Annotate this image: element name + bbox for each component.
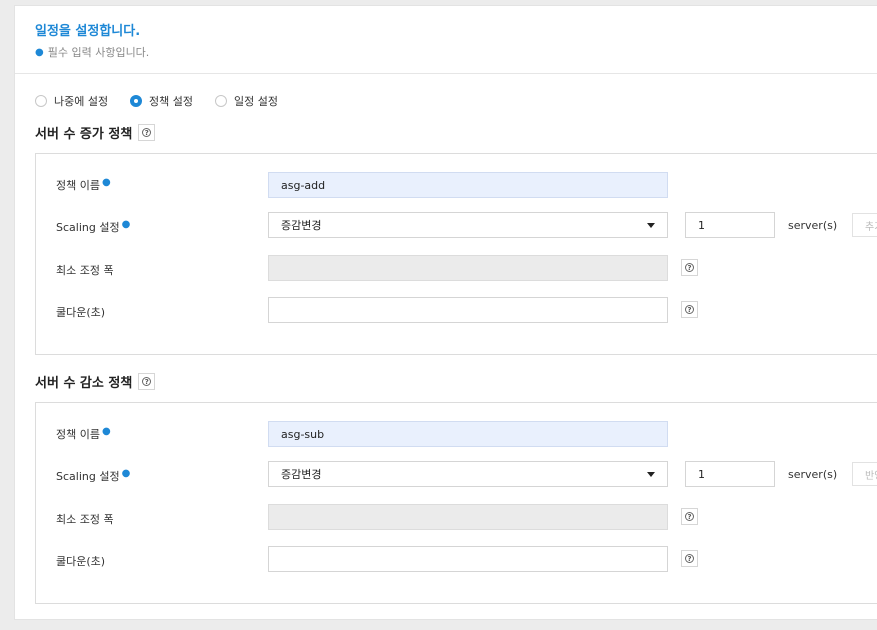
scale-out-title-text: 서버 수 증가 정책: [35, 127, 133, 142]
help-glyph: ?: [685, 263, 694, 272]
help-glyph: ?: [685, 512, 694, 521]
schedule-panel: 일정을 설정합니다. ● 필수 입력 사항입니다. 나중에 설정 정책 설정 일정…: [14, 5, 877, 620]
policy-name-label: 정책 이름 ●: [56, 426, 111, 442]
scale-in-box: 정책 이름 ● asg-sub Scaling 설정 ● 증감변경 1 server…: [35, 402, 877, 604]
label-text: 정책 이름: [56, 179, 100, 192]
add-button[interactable]: 추가: [852, 213, 877, 237]
radio-circle-icon[interactable]: [35, 95, 47, 107]
scaling-count-input[interactable]: 1: [685, 461, 775, 487]
cooldown-input[interactable]: [268, 297, 668, 323]
label-text: Scaling 설정: [56, 221, 120, 234]
policy-name-input[interactable]: asg-sub: [268, 421, 668, 447]
cooldown-label: 쿨다운(초): [56, 555, 106, 568]
radio-later[interactable]: 나중에 설정: [35, 93, 108, 109]
help-glyph: ?: [685, 305, 694, 314]
unit-label: server(s): [788, 468, 838, 481]
help-icon[interactable]: ?: [681, 259, 698, 276]
radio-circle-icon[interactable]: [215, 95, 227, 107]
page-title: 일정을 설정합니다.: [35, 24, 141, 39]
required-dot-icon: ●: [101, 426, 111, 437]
scaling-count-input[interactable]: 1: [685, 212, 775, 238]
scaling-select-value: 증감변경: [281, 219, 322, 232]
radio-label: 일정 설정: [234, 95, 278, 108]
radio-policy[interactable]: 정책 설정: [130, 93, 193, 109]
caret-down-icon: [647, 222, 655, 228]
unit-label: server(s): [788, 219, 838, 232]
scaling-setting-label: Scaling 설정 ●: [56, 219, 130, 235]
scaling-select[interactable]: 증감변경: [268, 461, 668, 487]
cooldown-label: 쿨다운(초): [56, 306, 106, 319]
radio-circle-checked-icon[interactable]: [130, 95, 142, 107]
caret-down-icon: [647, 471, 655, 477]
required-note: ● 필수 입력 사항입니다.: [35, 44, 149, 60]
header-divider: [15, 73, 877, 74]
scaling-setting-label: Scaling 설정 ●: [56, 468, 130, 484]
required-note-text: 필수 입력 사항입니다.: [47, 46, 150, 59]
scale-out-title: 서버 수 증가 정책 ?: [35, 123, 156, 142]
scale-in-title-text: 서버 수 감소 정책: [35, 376, 133, 391]
scaling-select[interactable]: 증감변경: [268, 212, 668, 238]
label-text: Scaling 설정: [56, 470, 120, 483]
help-icon[interactable]: ?: [681, 508, 698, 525]
help-icon[interactable]: ?: [138, 373, 156, 390]
help-icon[interactable]: ?: [681, 550, 698, 567]
scaling-select-value: 증감변경: [281, 468, 322, 481]
radio-schedule[interactable]: 일정 설정: [215, 93, 278, 109]
min-adjust-label: 최소 조정 폭: [56, 513, 114, 526]
help-glyph: ?: [142, 377, 152, 386]
required-dot-icon: ●: [121, 468, 131, 479]
min-adjust-input: [268, 255, 668, 281]
policy-name-input[interactable]: asg-add: [268, 172, 668, 198]
help-icon[interactable]: ?: [138, 124, 156, 141]
scale-in-title: 서버 수 감소 정책 ?: [35, 372, 156, 391]
radio-label: 나중에 설정: [54, 95, 109, 108]
required-dot-icon: ●: [101, 177, 111, 188]
label-text: 정책 이름: [56, 428, 100, 441]
policy-name-label: 정책 이름 ●: [56, 177, 111, 193]
apply-button[interactable]: 반영: [852, 462, 877, 486]
radio-label: 정책 설정: [149, 95, 193, 108]
min-adjust-input: [268, 504, 668, 530]
help-icon[interactable]: ?: [681, 301, 698, 318]
min-adjust-label: 최소 조정 폭: [56, 264, 114, 277]
help-glyph: ?: [142, 128, 152, 137]
required-dot-icon: ●: [121, 219, 131, 230]
scale-out-box: 정책 이름 ● asg-add Scaling 설정 ● 증감변경 1 server…: [35, 153, 877, 355]
cooldown-input[interactable]: [268, 546, 668, 572]
help-glyph: ?: [685, 554, 694, 563]
required-dot-icon: ●: [35, 47, 44, 58]
